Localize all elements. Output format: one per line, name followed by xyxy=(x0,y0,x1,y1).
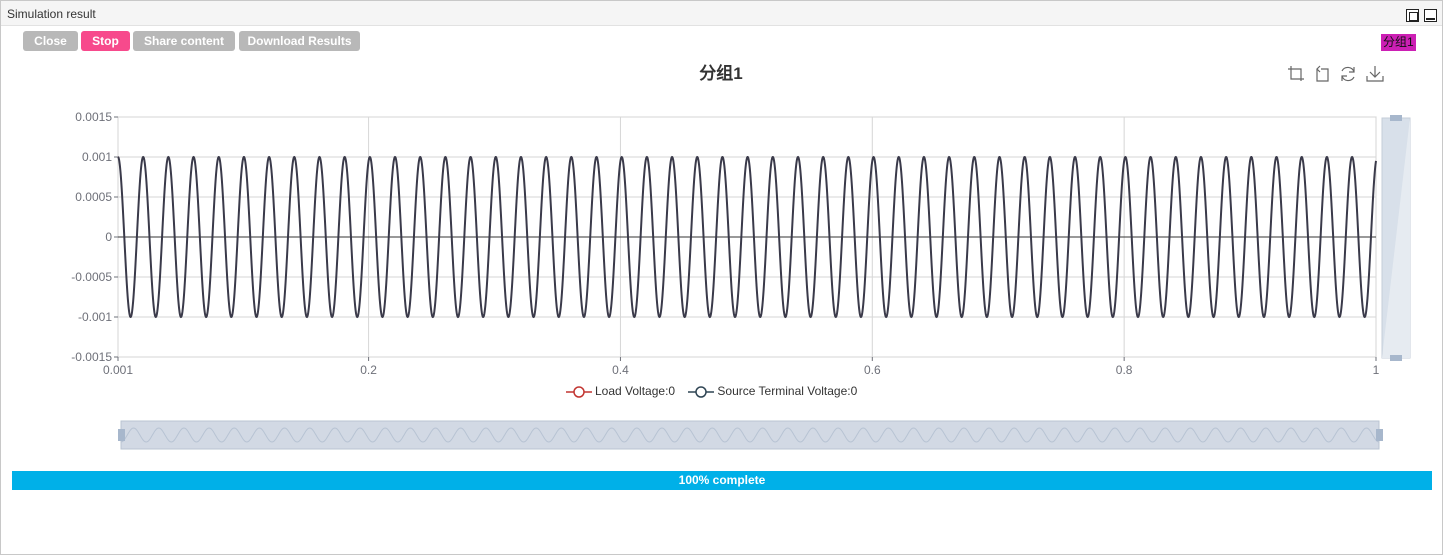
y-tick-label: -0.0005 xyxy=(71,270,112,284)
x-tick-label: 0.4 xyxy=(612,363,629,377)
x-zoom-track xyxy=(120,420,1380,450)
x-zoom-handle-left xyxy=(118,429,125,441)
grid xyxy=(117,116,1377,358)
progress-bar: 100% complete xyxy=(12,471,1432,490)
y-zoom-handle-top xyxy=(1390,115,1402,121)
x-tick-label: 0.001 xyxy=(103,363,133,377)
y-tick-label: 0.001 xyxy=(82,150,112,164)
y-tick-label: 0.0005 xyxy=(75,190,112,204)
legend-item-source-voltage[interactable]: Source Terminal Voltage:0 xyxy=(688,384,857,399)
x-tick-label: 0.6 xyxy=(864,363,881,377)
x-tick-label: 1 xyxy=(1373,363,1380,377)
x-zoom-handle-right xyxy=(1376,429,1383,441)
legend-item-load-voltage[interactable]: Load Voltage:0 xyxy=(566,384,675,399)
y-tick-label: -0.001 xyxy=(78,310,112,324)
legend: Load Voltage:0 Source Terminal Voltage:0 xyxy=(566,384,867,399)
load-voltage-legend-icon xyxy=(566,386,592,398)
y-tick-label: -0.0015 xyxy=(71,350,112,364)
source-voltage-legend-icon xyxy=(688,386,715,398)
legend-label-source-voltage: Source Terminal Voltage:0 xyxy=(717,384,858,398)
y-zoom-handle-bottom xyxy=(1390,355,1402,361)
y-tick-label: 0 xyxy=(105,230,112,244)
x-tick-label: 0.8 xyxy=(1116,363,1133,377)
y-tick-label: 0.0015 xyxy=(75,110,112,124)
x-tick-label: 0.2 xyxy=(360,363,377,377)
legend-label-load-voltage: Load Voltage:0 xyxy=(595,384,676,398)
